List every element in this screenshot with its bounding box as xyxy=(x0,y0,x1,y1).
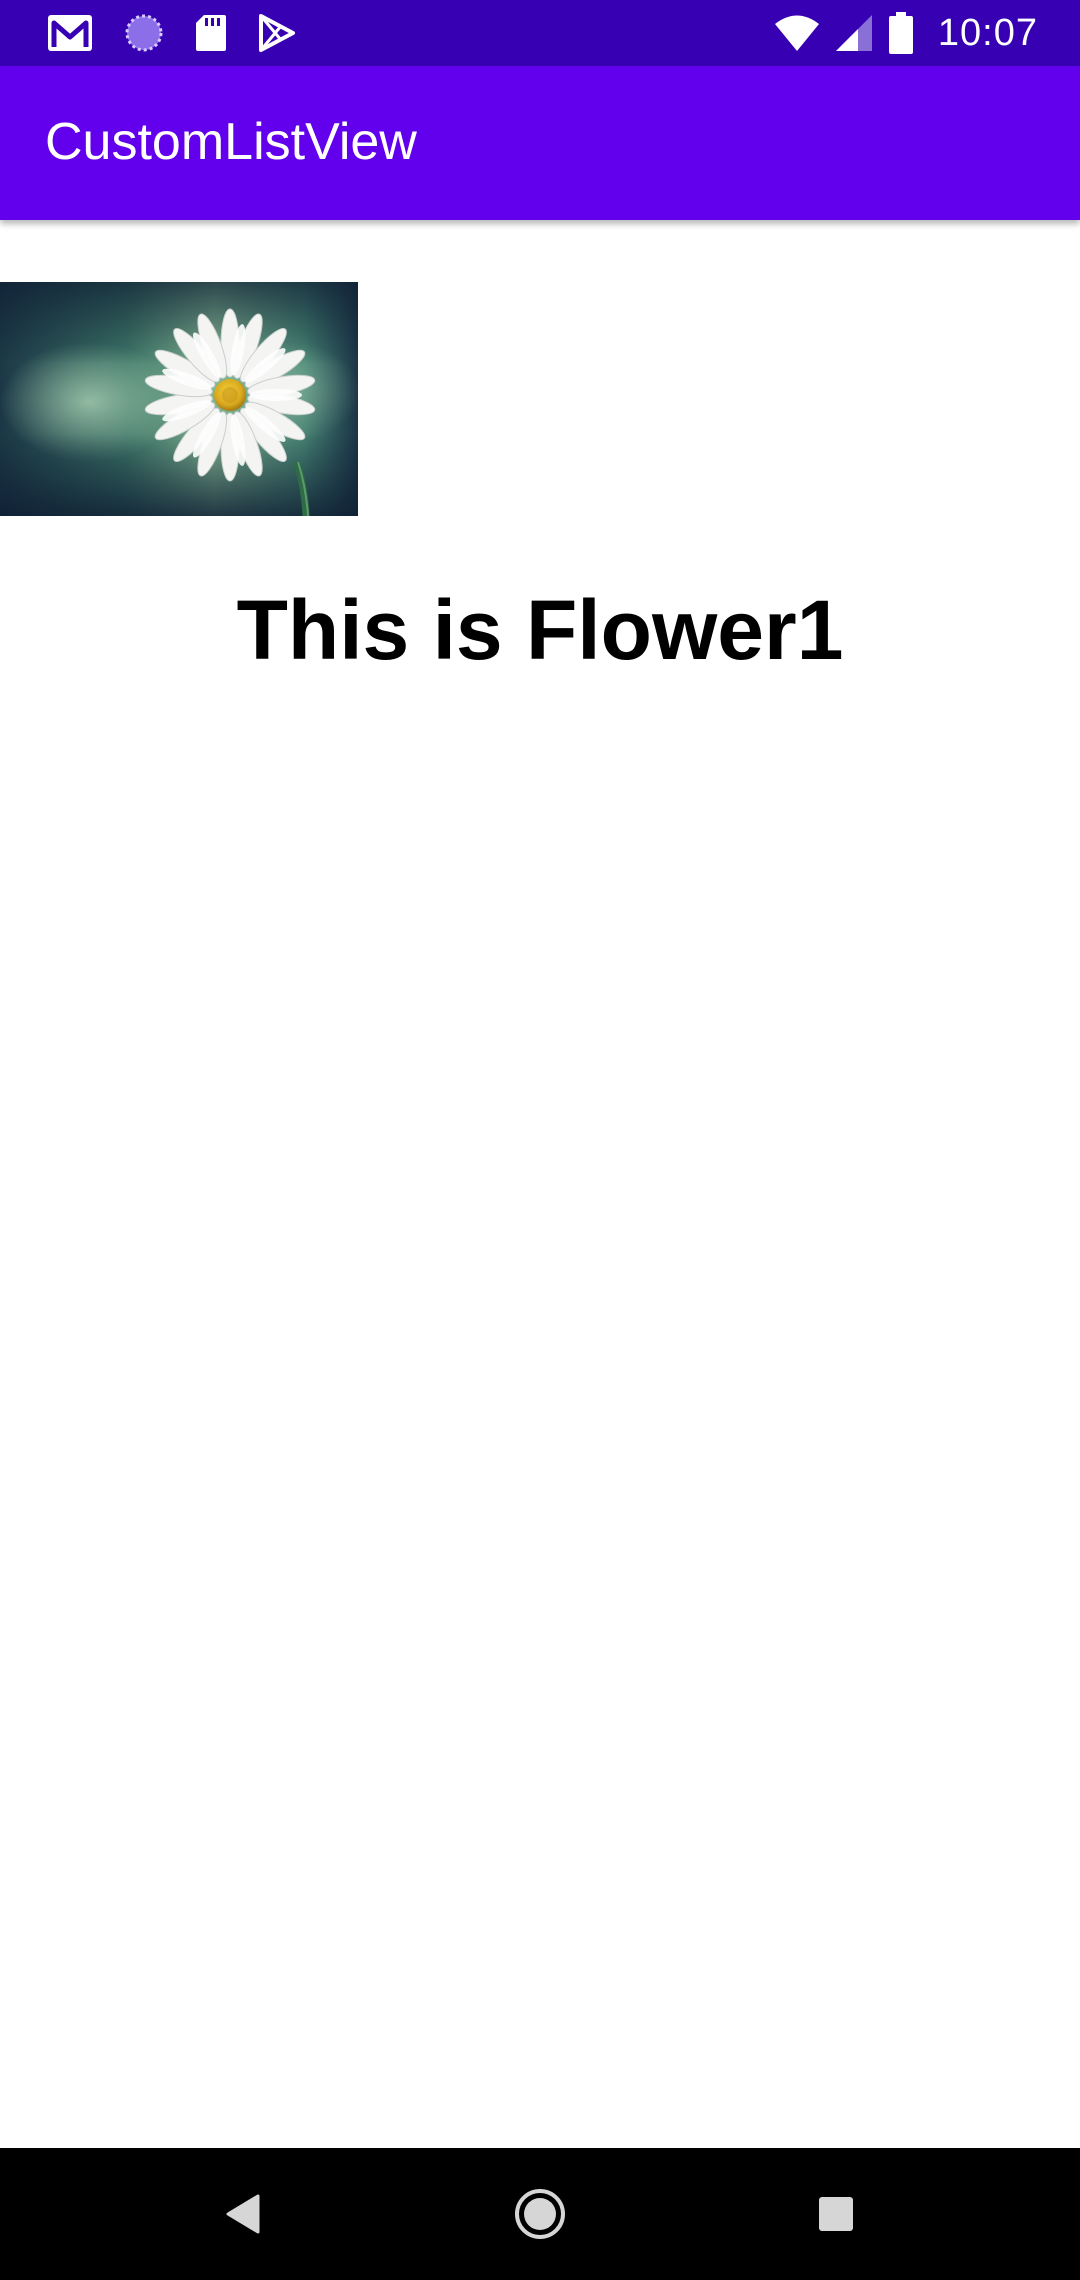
notification-icons xyxy=(46,10,296,56)
recents-button[interactable] xyxy=(770,2148,902,2280)
home-icon xyxy=(513,2187,567,2241)
status-time: 10:07 xyxy=(937,11,1038,54)
system-status: 10:07 xyxy=(774,8,1038,58)
back-icon xyxy=(222,2192,262,2236)
cellular-signal-icon xyxy=(834,13,874,53)
back-button[interactable] xyxy=(176,2148,308,2280)
home-button[interactable] xyxy=(474,2148,606,2280)
status-bar: 10:07 xyxy=(0,0,1080,66)
play-store-icon xyxy=(258,13,296,53)
navigation-bar xyxy=(0,2148,1080,2280)
recents-icon xyxy=(817,2195,855,2233)
loading-circle-icon xyxy=(124,13,164,53)
sd-card-icon xyxy=(194,13,228,53)
flower-caption: This is Flower1 xyxy=(236,583,844,677)
battery-icon xyxy=(888,11,914,55)
screen: 10:07 CustomListView This is Flower1 xyxy=(0,0,1080,2280)
app-bar: CustomListView xyxy=(0,66,1080,220)
gmail-icon xyxy=(46,13,94,53)
app-title: CustomListView xyxy=(45,113,417,171)
wifi-icon xyxy=(774,13,820,53)
daisy-flower-image xyxy=(0,282,358,516)
